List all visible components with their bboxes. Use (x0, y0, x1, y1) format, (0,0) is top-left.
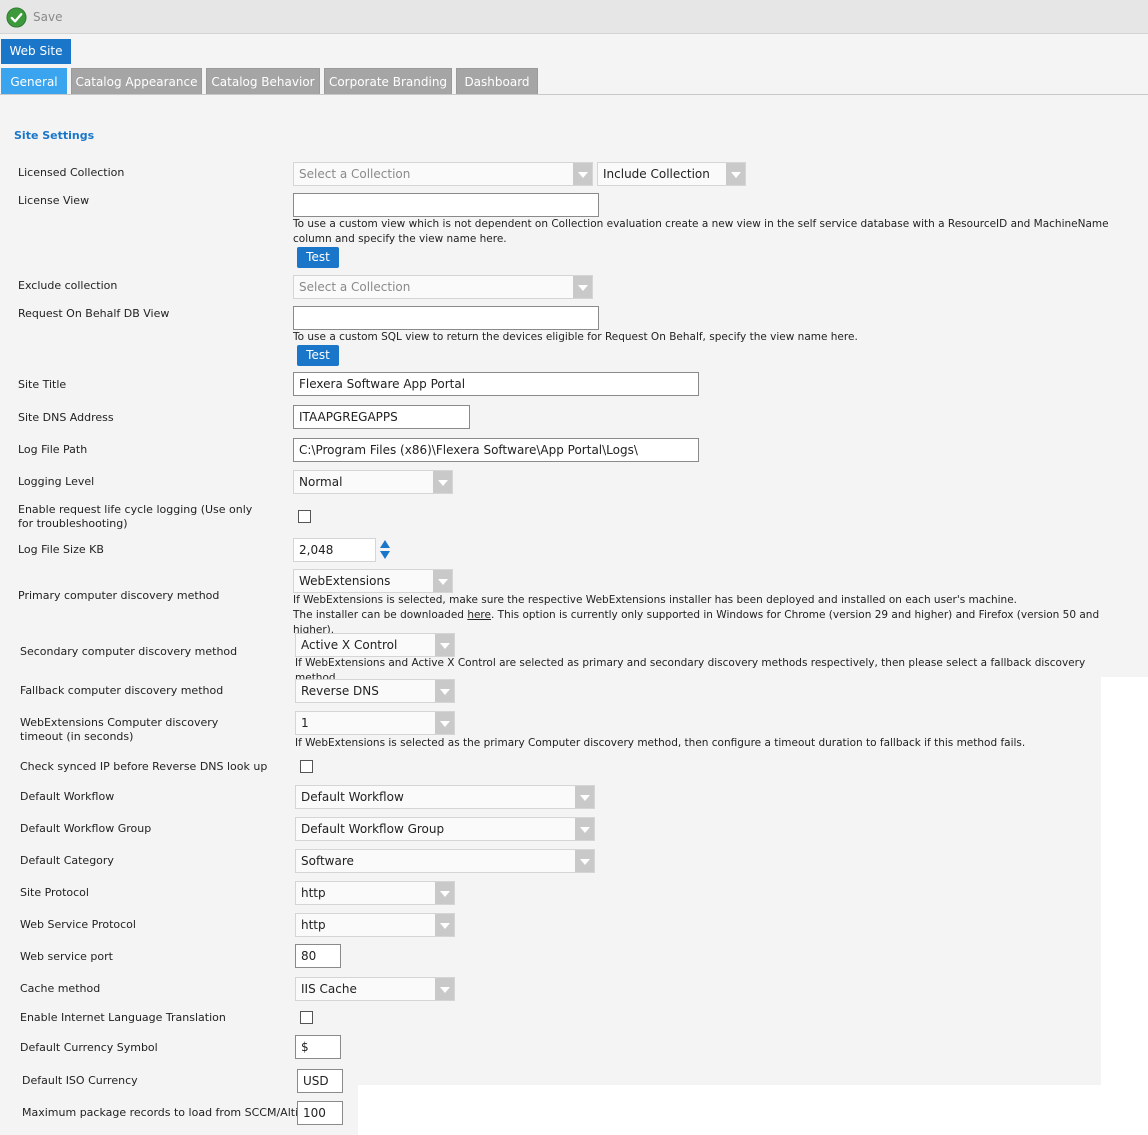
tab-dashboard[interactable]: Dashboard (456, 68, 538, 95)
check-synced-ip-checkbox[interactable] (300, 760, 313, 773)
site-protocol-select[interactable]: http (295, 881, 455, 905)
chevron-down-icon (573, 163, 592, 185)
chevron-down-icon (575, 786, 594, 808)
site-title-label: Site Title (18, 378, 67, 391)
discovery-timeout-label: WebExtensions Computer discovery timeout… (20, 716, 219, 743)
default-workflow-label: Default Workflow (20, 790, 115, 803)
site-title-input[interactable]: Flexera Software App Portal (293, 372, 699, 396)
spinner-arrows-icon[interactable] (379, 539, 391, 560)
tab-divider (0, 94, 1148, 95)
default-workflow-group-label: Default Workflow Group (20, 822, 152, 835)
cache-method-label: Cache method (20, 982, 101, 995)
tab-web-site[interactable]: Web Site (1, 39, 71, 64)
default-category-label: Default Category (20, 854, 114, 867)
logging-level-select[interactable]: Normal (293, 470, 453, 494)
discovery-timeout-hint: If WebExtensions is selected as the prim… (295, 737, 1026, 749)
license-view-test-button[interactable]: Test (297, 247, 339, 268)
cache-method-select[interactable]: IIS Cache (295, 977, 455, 1001)
background-strip (358, 1085, 1148, 1135)
license-view-input[interactable] (293, 193, 599, 217)
secondary-discovery-select[interactable]: Active X Control (295, 633, 455, 657)
web-service-port-input[interactable]: 80 (295, 944, 341, 968)
primary-discovery-select[interactable]: WebExtensions (293, 569, 453, 593)
license-view-hint: To use a custom view which is not depend… (293, 218, 1109, 245)
tab-corporate-branding[interactable]: Corporate Branding (324, 68, 452, 95)
save-button[interactable]: Save (6, 6, 62, 28)
primary-discovery-hint: If WebExtensions is selected, make sure … (293, 594, 1100, 636)
currency-symbol-input[interactable]: $ (295, 1035, 341, 1059)
default-workflow-select[interactable]: Default Workflow (295, 785, 595, 809)
check-synced-ip-label: Check synced IP before Reverse DNS look … (20, 760, 268, 773)
fallback-discovery-label: Fallback computer discovery method (20, 684, 224, 697)
tab-catalog-appearance[interactable]: Catalog Appearance (71, 68, 202, 95)
request-on-behalf-hint: To use a custom SQL view to return the d… (293, 331, 858, 343)
section-title: Site Settings (14, 129, 95, 142)
chevron-down-icon (435, 882, 454, 904)
licensed-collection-select[interactable]: Select a Collection (293, 162, 593, 186)
site-dns-label: Site DNS Address (18, 411, 114, 424)
currency-symbol-label: Default Currency Symbol (20, 1041, 158, 1054)
web-service-protocol-select[interactable]: http (295, 913, 455, 937)
iso-currency-label: Default ISO Currency (22, 1074, 138, 1087)
fallback-discovery-select[interactable]: Reverse DNS (295, 679, 455, 703)
chevron-down-icon (435, 634, 454, 656)
log-file-path-input[interactable]: C:\Program Files (x86)\Flexera Software\… (293, 438, 699, 462)
secondary-discovery-label: Secondary computer discovery method (20, 645, 238, 658)
log-file-path-label: Log File Path (18, 443, 88, 456)
background-strip (1101, 677, 1148, 1135)
chevron-down-icon (435, 914, 454, 936)
iso-currency-input[interactable]: USD (297, 1069, 343, 1093)
exclude-collection-select[interactable]: Select a Collection (293, 275, 593, 299)
exclude-collection-label: Exclude collection (18, 279, 118, 292)
log-file-size-label: Log File Size KB (18, 543, 104, 556)
web-service-protocol-label: Web Service Protocol (20, 918, 136, 931)
lifecycle-logging-checkbox[interactable] (298, 510, 311, 523)
chevron-down-icon (435, 680, 454, 702)
log-file-size-input[interactable]: 2,048 (293, 538, 376, 562)
chevron-down-icon (435, 978, 454, 1000)
chevron-down-icon (433, 570, 452, 592)
chevron-down-icon (575, 818, 594, 840)
primary-discovery-label: Primary computer discovery method (18, 589, 220, 602)
site-protocol-label: Site Protocol (20, 886, 89, 899)
chevron-down-icon (726, 163, 745, 185)
lifecycle-logging-label: Enable request life cycle logging (Use o… (18, 503, 253, 530)
chevron-down-icon (433, 471, 452, 493)
save-label: Save (33, 10, 63, 24)
max-package-records-input[interactable]: 100 (297, 1101, 343, 1125)
discovery-timeout-select[interactable]: 1 (295, 711, 455, 735)
web-service-port-label: Web service port (20, 950, 113, 963)
request-on-behalf-input[interactable] (293, 306, 599, 330)
tab-general[interactable]: General (1, 68, 67, 95)
request-on-behalf-test-button[interactable]: Test (297, 345, 339, 366)
toolbar (0, 0, 1148, 34)
default-workflow-group-select[interactable]: Default Workflow Group (295, 817, 595, 841)
tab-catalog-behavior[interactable]: Catalog Behavior (206, 68, 320, 95)
licensed-collection-label: Licensed Collection (18, 166, 125, 179)
license-view-label: License View (18, 194, 90, 207)
logging-level-label: Logging Level (18, 475, 95, 488)
max-package-records-label: Maximum package records to load from SCC… (22, 1106, 312, 1119)
chevron-down-icon (573, 276, 592, 298)
installer-download-link[interactable]: here (467, 609, 491, 621)
checkmark-icon (6, 6, 27, 28)
collection-mode-select[interactable]: Include Collection (597, 162, 746, 186)
language-translation-checkbox[interactable] (300, 1011, 313, 1024)
request-on-behalf-label: Request On Behalf DB View (18, 307, 170, 320)
language-translation-label: Enable Internet Language Translation (20, 1011, 226, 1024)
chevron-down-icon (435, 712, 454, 734)
default-category-select[interactable]: Software (295, 849, 595, 873)
chevron-down-icon (575, 850, 594, 872)
site-dns-input[interactable]: ITAAPGREGAPPS (293, 405, 470, 429)
